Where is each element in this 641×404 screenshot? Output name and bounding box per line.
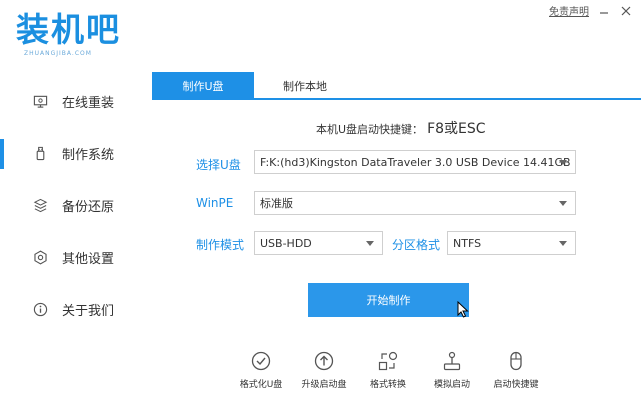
minimize-icon [600,11,608,14]
hotkey-value: F8或ESC [427,121,486,137]
mode-select-value: USB-HDD [260,236,312,250]
mouse-icon [505,350,527,372]
sidebar-item-backup-restore[interactable]: 备份还原 [0,179,140,231]
window-controls: 免责声明 [549,3,633,18]
chevron-down-icon [559,201,567,206]
close-button[interactable] [619,4,633,18]
chevron-down-icon [559,160,567,165]
monitor-icon [32,93,48,109]
sidebar-item-other-settings[interactable]: 其他设置 [0,231,140,283]
tool-format-convert[interactable]: 格式转换 [353,350,423,390]
gear-icon [32,249,48,265]
info-icon [32,301,48,317]
winpe-select[interactable]: 标准版 [254,191,576,215]
sidebar-item-label: 在线重装 [62,95,115,111]
partition-select[interactable]: NTFS [447,231,576,255]
tool-bar: 格式化U盘 升级启动盘 格式转换 模拟启动 启动快捷键 [226,350,566,400]
usb-icon [32,145,48,161]
sidebar: 在线重装 制作系统 备份还原 其他设置 关于我们 [0,75,140,335]
start-make-button[interactable]: 开始制作 [308,283,469,317]
winpe-select-label: WinPE [196,196,234,210]
sidebar-item-online-reinstall[interactable]: 在线重装 [0,75,140,127]
chevron-down-icon [366,241,374,246]
mode-select[interactable]: USB-HDD [254,231,383,255]
logo-text: 装机吧 [16,10,121,49]
joystick-icon [441,350,463,372]
disclaimer-link[interactable]: 免责声明 [549,3,589,18]
chevron-down-icon [559,241,567,246]
winpe-select-value: 标准版 [260,197,293,210]
tool-label: 格式化U盘 [239,380,283,390]
sidebar-item-about-us[interactable]: 关于我们 [0,283,140,335]
usb-select-value: F:K:(hd3)Kingston DataTraveler 3.0 USB D… [260,155,571,169]
tool-upgrade-boot-disk[interactable]: 升级启动盘 [289,350,359,390]
usb-select[interactable]: F:K:(hd3)Kingston DataTraveler 3.0 USB D… [254,150,576,174]
mouse-cursor-icon [457,301,469,318]
tool-label: 启动快捷键 [493,380,539,390]
mode-select-label: 制作模式 [196,238,245,252]
sidebar-item-make-system[interactable]: 制作系统 [0,127,140,179]
layers-icon [32,197,48,213]
tool-label: 格式转换 [369,380,406,390]
check-circle-icon [250,350,272,372]
tool-label: 模拟启动 [433,380,470,390]
sidebar-item-label: 备份还原 [62,199,115,215]
tool-format-usb[interactable]: 格式化U盘 [226,350,296,390]
sidebar-item-label: 制作系统 [62,147,115,163]
tool-boot-hotkey[interactable]: 启动快捷键 [481,350,551,390]
app-logo: 装机吧 ZHUANGJIBA.COM [16,10,134,60]
tab-bar: 制作U盘 制作本地 [152,72,641,100]
tab-make-usb[interactable]: 制作U盘 [152,72,254,100]
tool-label: 升级启动盘 [301,380,347,390]
minimize-button[interactable] [597,4,611,18]
logo-subtitle: ZHUANGJIBA.COM [24,50,92,57]
hotkey-label: 本机U盘启动快捷键： [316,123,424,136]
partition-select-label: 分区格式 [392,238,441,252]
tool-simulate-boot[interactable]: 模拟启动 [417,350,487,390]
tab-make-local[interactable]: 制作本地 [254,72,356,100]
sidebar-item-label: 其他设置 [62,251,115,267]
convert-icon [377,350,399,372]
usb-select-label: 选择U盘 [196,158,241,172]
sidebar-item-label: 关于我们 [62,303,115,319]
close-icon [621,6,631,15]
hotkey-info: 本机U盘启动快捷键： F8或ESC [316,118,486,138]
upload-circle-icon [313,350,335,372]
partition-select-value: NTFS [453,236,482,250]
